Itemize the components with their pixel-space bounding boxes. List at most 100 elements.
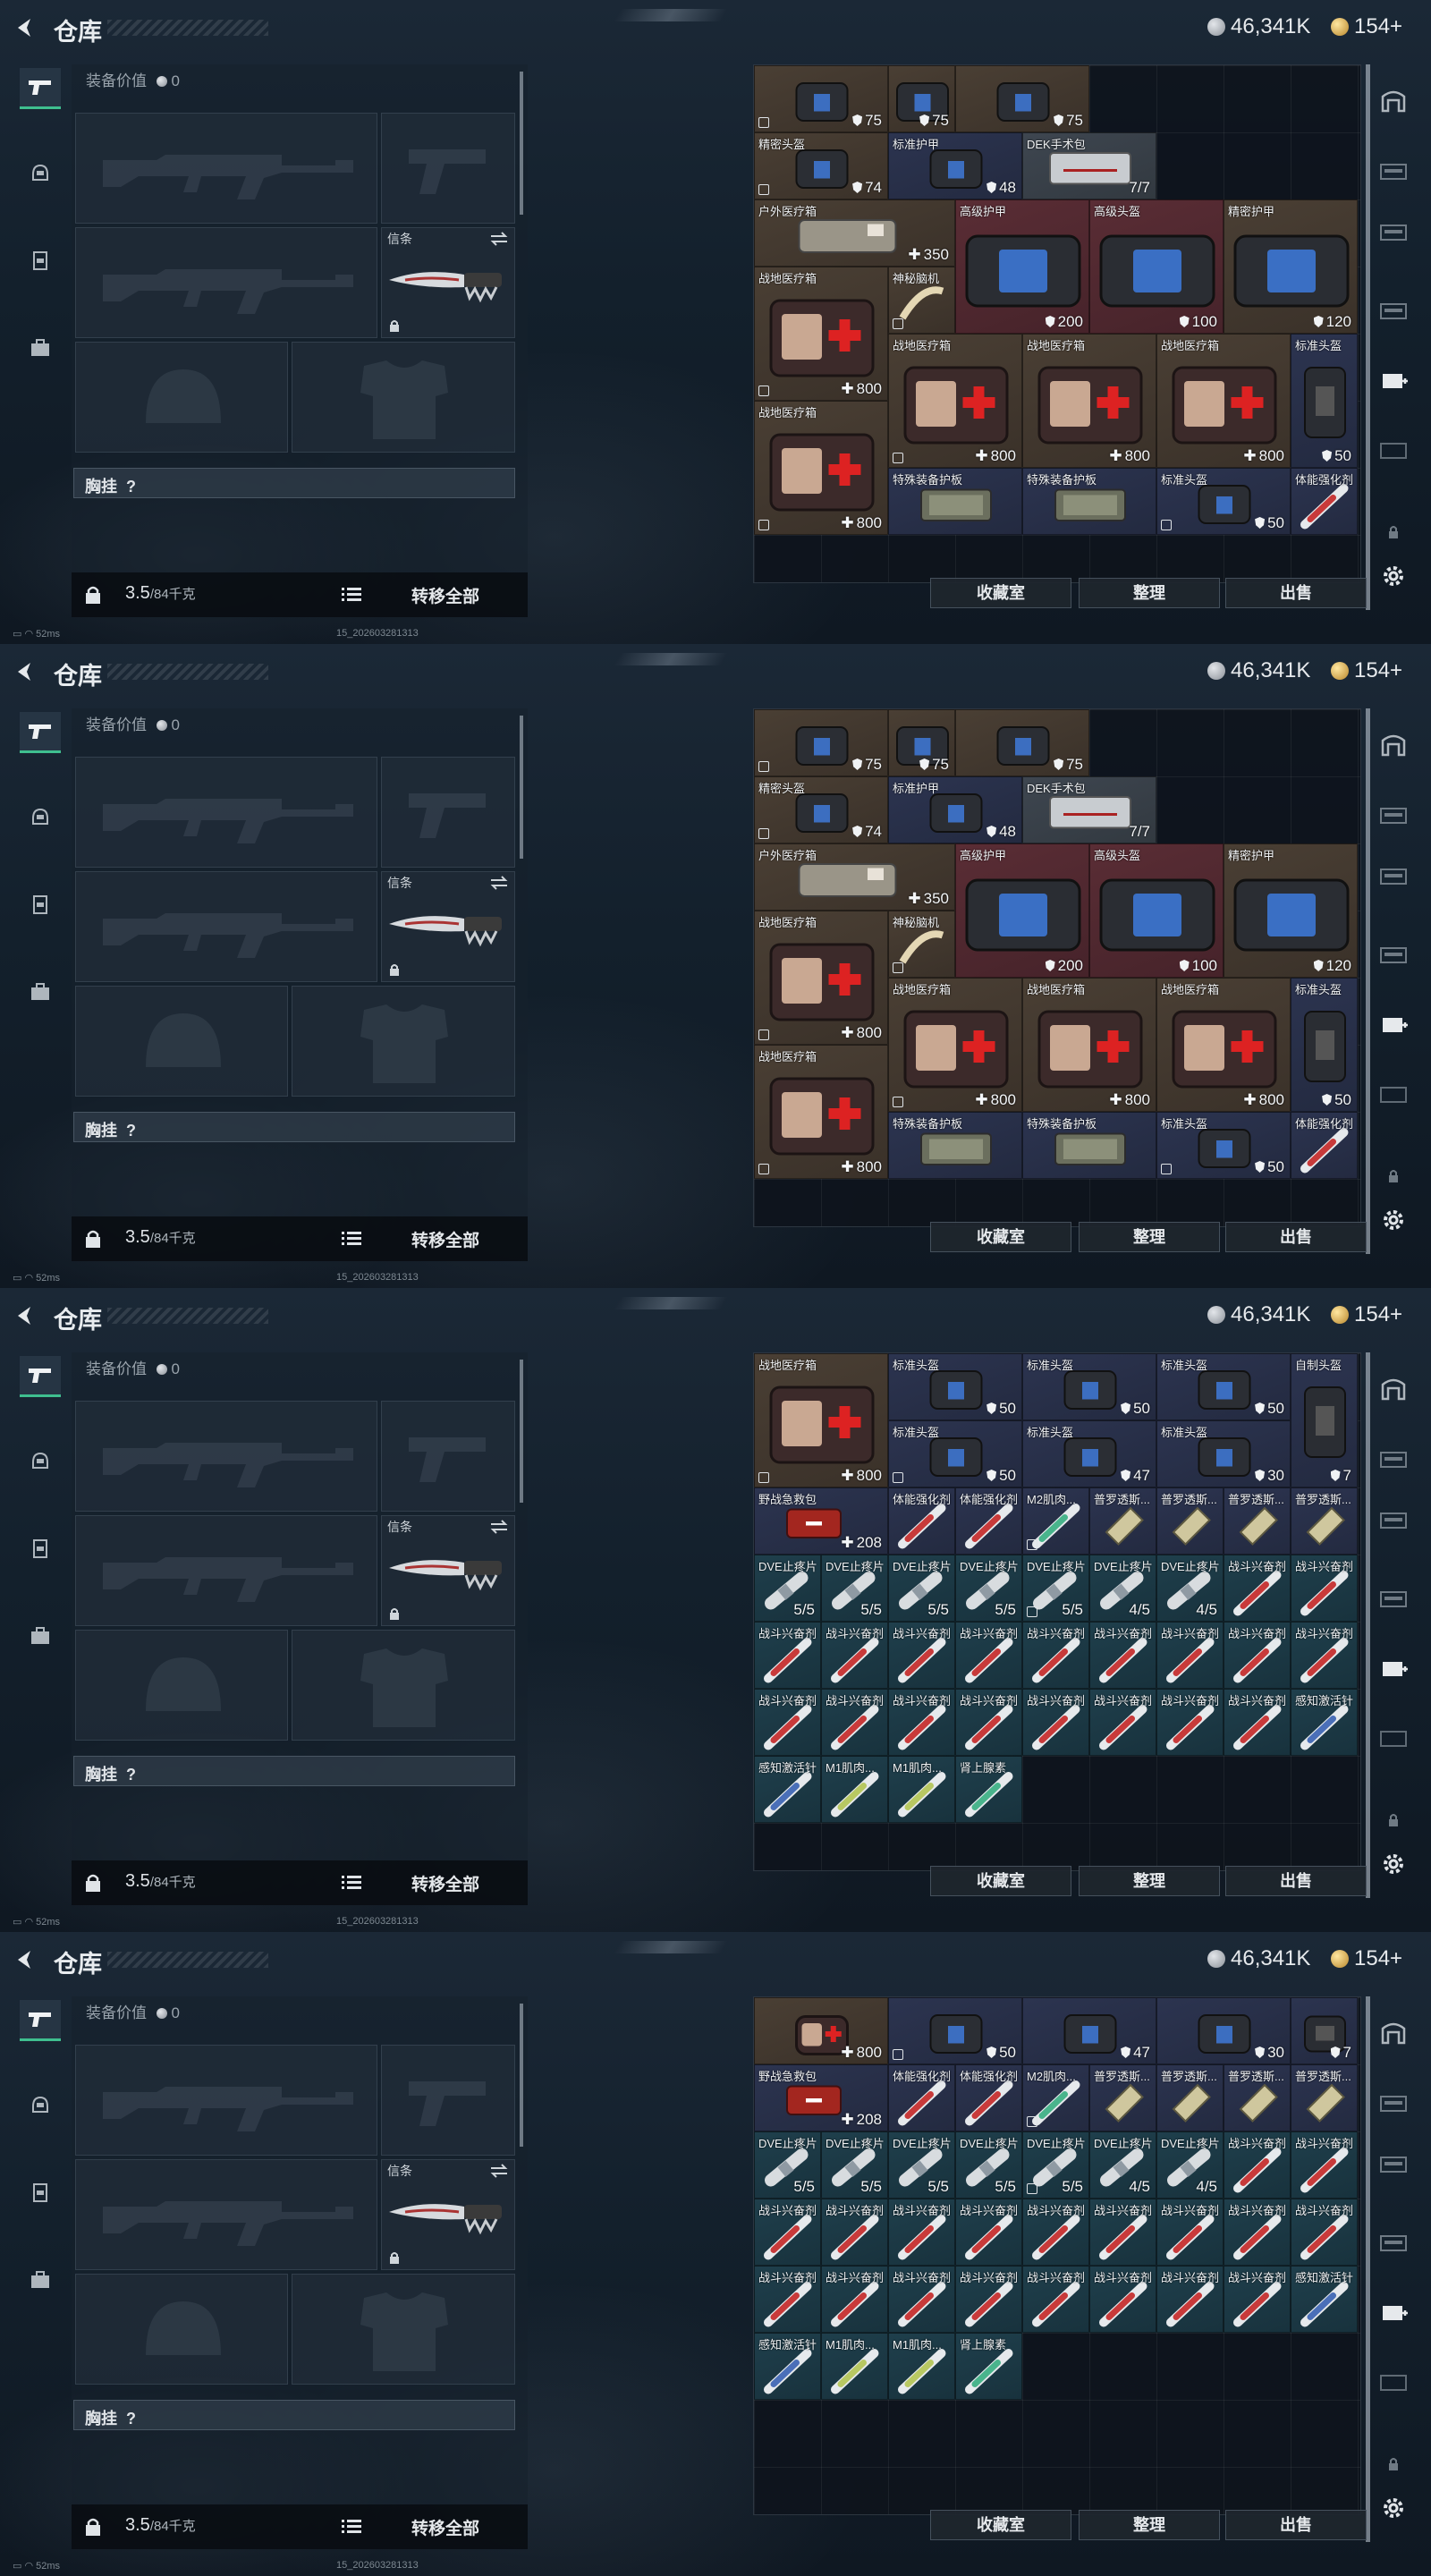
stash-item[interactable]: 精密头盔 74 [754, 776, 888, 843]
gold-currency[interactable]: 154+ [1331, 1302, 1402, 1327]
stash-item[interactable]: 战斗兴奋剂 [1022, 1622, 1089, 1689]
stash-item[interactable]: 肾上腺素 [955, 1756, 1022, 1823]
stash-item[interactable]: 战地医疗箱 ✚ 800 [1022, 978, 1156, 1112]
stash-item[interactable]: 战地医疗箱 ✚ 800 [754, 911, 888, 1045]
stash-item[interactable]: ✚ 800 [754, 1997, 888, 2064]
stash-item[interactable]: 特殊装备护板 [1022, 1112, 1156, 1179]
stash-item[interactable]: 战斗兴奋剂 [1224, 2199, 1291, 2266]
stash-item[interactable]: 战地医疗箱 ✚ 800 [754, 267, 888, 401]
stash-item[interactable]: 战斗兴奋剂 [1291, 2199, 1358, 2266]
stash-item[interactable]: 30 [1156, 1997, 1291, 2064]
stash-item[interactable]: 普罗透斯... [1291, 2064, 1358, 2131]
tab-rigs[interactable] [20, 884, 61, 925]
transfer-all-button[interactable]: 转移全部 [411, 583, 479, 607]
sort-button[interactable]: 整理 [1079, 1222, 1220, 1252]
stash-item[interactable]: 标准头盔 47 [1022, 1420, 1156, 1487]
storage-tier-3-icon[interactable] [1379, 864, 1408, 889]
stash-item[interactable]: DVE止疼片 5/5 [888, 1555, 955, 1622]
equipment-scrollbar[interactable] [520, 2004, 523, 2147]
gold-currency[interactable]: 154+ [1331, 1946, 1402, 1971]
chest-rig-bar[interactable]: 胸挂 ? [73, 1112, 515, 1142]
sort-button[interactable]: 整理 [1079, 1866, 1220, 1896]
sell-button[interactable]: 出售 [1225, 1222, 1367, 1252]
stash-item[interactable]: DVE止疼片 5/5 [1022, 1555, 1089, 1622]
tab-armor[interactable] [20, 1442, 61, 1483]
transfer-all-button[interactable]: 转移全部 [411, 1227, 479, 1251]
collection-room-button[interactable]: 收藏室 [930, 578, 1071, 608]
equipment-scrollbar[interactable] [520, 716, 523, 859]
silver-currency[interactable]: 46,341K [1207, 1302, 1310, 1327]
tab-weapons[interactable] [20, 68, 61, 109]
stash-item[interactable]: 战斗兴奋剂 [1291, 1622, 1358, 1689]
tab-rigs[interactable] [20, 240, 61, 281]
secondary-weapon-slot[interactable] [75, 2159, 377, 2270]
stash-item[interactable]: 体能强化剂 [888, 2064, 955, 2131]
stash-item[interactable]: 精密护甲 120 [1224, 843, 1358, 978]
stash-item[interactable]: 75 [888, 65, 955, 132]
stash-item[interactable]: 47 [1022, 1997, 1156, 2064]
stash-item[interactable]: 战斗兴奋剂 [821, 1689, 888, 1756]
stash-item[interactable]: 体能强化剂 [888, 1487, 955, 1555]
warehouse-scrollbar[interactable] [1366, 708, 1370, 1254]
stash-item[interactable]: 战斗兴奋剂 [1291, 2131, 1358, 2199]
helmet-slot[interactable] [75, 986, 288, 1097]
stash-item[interactable]: 体能强化剂 [1291, 1112, 1358, 1179]
stash-item[interactable]: 75 [754, 709, 888, 776]
stash-item[interactable]: 普罗透斯... [1156, 2064, 1224, 2131]
stash-item[interactable]: 体能强化剂 [955, 1487, 1022, 1555]
chest-rig-bar[interactable]: 胸挂 ? [73, 468, 515, 498]
tab-weapons[interactable] [20, 1356, 61, 1397]
stash-item[interactable]: DVE止疼片 5/5 [955, 2131, 1022, 2199]
back-arrow-icon[interactable] [13, 660, 36, 683]
body-armor-slot[interactable] [292, 1630, 515, 1741]
stash-item[interactable]: M1肌肉... [888, 1756, 955, 1823]
stash-item[interactable]: 战斗兴奋剂 [888, 2199, 955, 2266]
transfer-all-button[interactable]: 转移全部 [411, 1871, 479, 1895]
secondary-weapon-slot[interactable] [75, 227, 377, 338]
gear-icon[interactable] [1379, 1852, 1408, 1877]
stash-item[interactable]: 标准头盔 50 [1156, 1353, 1291, 1420]
stash-item[interactable]: 精密护甲 120 [1224, 199, 1358, 334]
stash-item[interactable]: 高级头盔 100 [1089, 843, 1224, 978]
stash-item[interactable]: 高级护甲 200 [955, 843, 1089, 978]
stash-item[interactable]: 标准头盔 50 [1156, 468, 1291, 535]
stash-item[interactable]: 普罗透斯... [1156, 1487, 1224, 1555]
stash-item[interactable]: 战斗兴奋剂 [754, 2199, 821, 2266]
stash-item[interactable]: 普罗透斯... [1291, 1487, 1358, 1555]
stash-item[interactable]: 神秘脑机 [888, 267, 955, 334]
equipment-scrollbar[interactable] [520, 72, 523, 215]
list-icon[interactable] [342, 587, 361, 603]
stash-item[interactable]: 标准护甲 48 [888, 132, 1022, 199]
stash-item[interactable]: 高级护甲 200 [955, 199, 1089, 334]
storage-tier-3-icon[interactable] [1379, 1508, 1408, 1533]
stash-item[interactable]: 战斗兴奋剂 [754, 1689, 821, 1756]
stash-item[interactable]: 野战急救包 ✚ 208 [754, 1487, 888, 1555]
primary-weapon-slot[interactable] [75, 113, 377, 224]
stash-item[interactable]: 战地医疗箱 ✚ 800 [754, 1045, 888, 1179]
sell-button[interactable]: 出售 [1225, 578, 1367, 608]
stash-item[interactable]: DVE止疼片 4/5 [1156, 2131, 1224, 2199]
list-icon[interactable] [342, 1231, 361, 1247]
melee-slot[interactable]: 信条 [381, 227, 515, 338]
stash-item[interactable]: 战地医疗箱 ✚ 800 [1156, 334, 1291, 468]
stash-item[interactable]: 自制头盔 7 [1291, 1353, 1358, 1487]
stash-item[interactable]: 标准护甲 48 [888, 776, 1022, 843]
stash-item[interactable]: M2肌肉... [1022, 1487, 1089, 1555]
gear-icon[interactable] [1379, 2496, 1408, 2521]
secondary-weapon-slot[interactable] [75, 1515, 377, 1626]
storage-tier-2-icon[interactable] [1379, 1447, 1408, 1472]
stash-item[interactable]: M1肌肉... [821, 1756, 888, 1823]
stash-item[interactable]: 战斗兴奋剂 [754, 1622, 821, 1689]
stash-item[interactable]: 战地医疗箱 ✚ 800 [754, 401, 888, 535]
stash-item[interactable]: 战斗兴奋剂 [1022, 2199, 1089, 2266]
collection-room-button[interactable]: 收藏室 [930, 1222, 1071, 1252]
storage-tier-2-icon[interactable] [1379, 2091, 1408, 2116]
tab-bags[interactable] [20, 971, 61, 1013]
stash-item[interactable]: 体能强化剂 [955, 2064, 1022, 2131]
stash-item[interactable]: 标准头盔 50 [888, 1353, 1022, 1420]
stash-item[interactable]: 战斗兴奋剂 [888, 2266, 955, 2333]
tab-bags[interactable] [20, 327, 61, 369]
gear-icon[interactable] [1379, 1208, 1408, 1233]
silver-currency[interactable]: 46,341K [1207, 1946, 1310, 1971]
warehouse-scrollbar[interactable] [1366, 64, 1370, 610]
